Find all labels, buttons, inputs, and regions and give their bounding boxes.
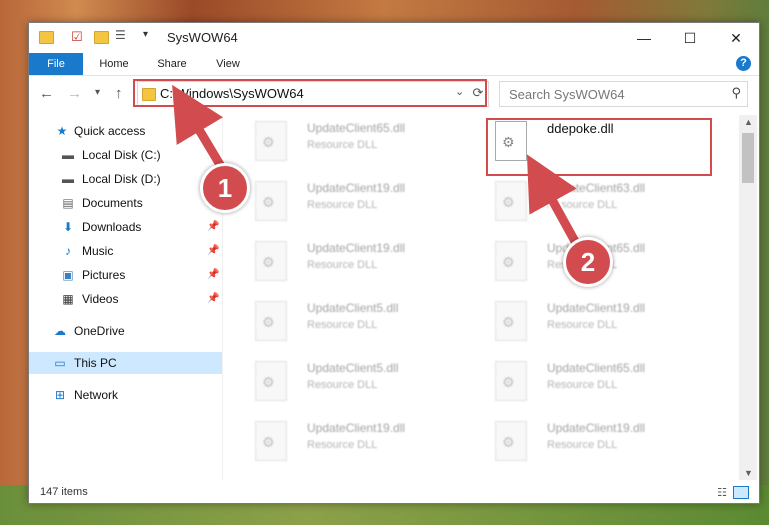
arrow-2 [526, 154, 581, 248]
annotation-arrows [172, 84, 583, 249]
annotation-badge-2: 2 [563, 237, 613, 287]
arrow-1 [172, 84, 226, 171]
annotation-badge-1: 1 [200, 163, 250, 213]
